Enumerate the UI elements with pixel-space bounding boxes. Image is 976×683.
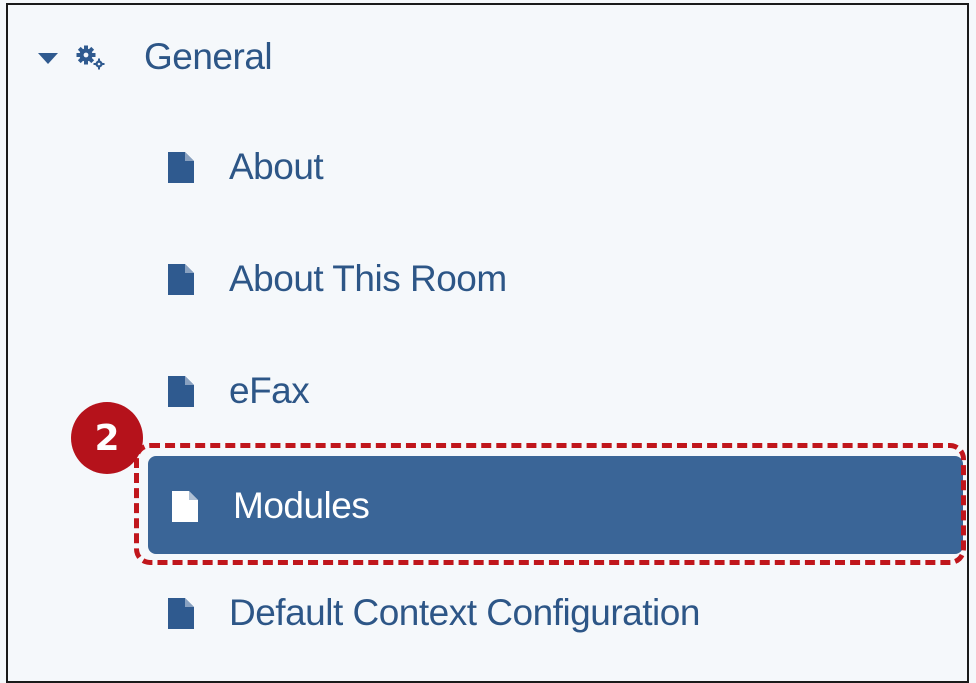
tree-item-about-this-room[interactable]: About This Room	[168, 255, 507, 303]
tree-group-label: General	[144, 36, 273, 77]
tree-item-default-context-configuration[interactable]: Default Context Configuration	[168, 589, 700, 637]
gears-icon	[76, 45, 106, 70]
document-icon	[168, 597, 194, 629]
tree-item-efax[interactable]: eFax	[168, 367, 310, 415]
navigation-panel: General About About This Room eFax Modul…	[6, 3, 969, 683]
tree-item-label: About	[229, 146, 324, 187]
tree-item-label: Default Context Configuration	[229, 592, 700, 633]
document-icon	[168, 375, 194, 407]
document-icon	[168, 263, 194, 295]
tree-item-modules[interactable]: Modules	[148, 456, 963, 554]
tree-item-label: About This Room	[229, 258, 507, 299]
document-icon	[168, 151, 194, 183]
caret-down-icon[interactable]	[38, 52, 58, 64]
tree-item-about[interactable]: About	[168, 143, 324, 191]
step-badge: 2	[71, 402, 143, 474]
tree-group-general[interactable]: General	[38, 36, 273, 77]
tree-item-label: eFax	[229, 370, 310, 411]
tree-item-label: Modules	[233, 485, 370, 526]
document-icon	[172, 490, 198, 522]
